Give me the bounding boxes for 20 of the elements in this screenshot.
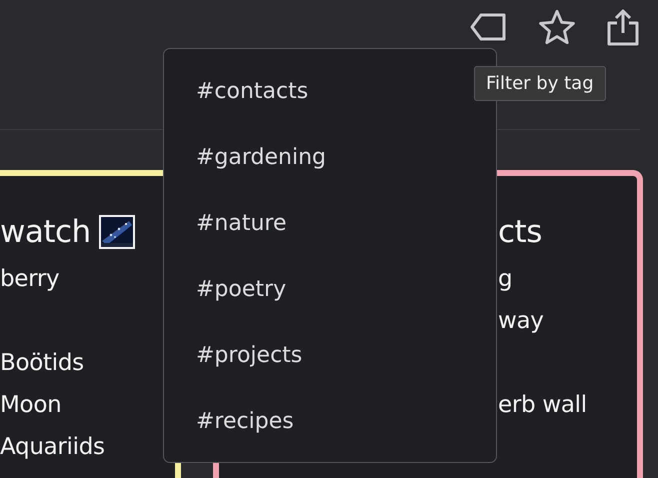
tag-menu-item[interactable]: #recipes bbox=[196, 389, 294, 455]
note-line: g bbox=[498, 265, 514, 294]
tag-menu-item[interactable]: #nature bbox=[196, 191, 287, 257]
tag-menu-item[interactable]: #poetry bbox=[196, 257, 286, 323]
star-icon bbox=[538, 9, 576, 45]
note-line: Aquariids bbox=[0, 433, 106, 462]
note-line: Boötids bbox=[0, 349, 85, 378]
tag-icon bbox=[470, 13, 508, 41]
tag-menu-item[interactable]: #projects bbox=[196, 323, 302, 389]
note-title: cts bbox=[498, 213, 542, 252]
note-line: erb wall bbox=[498, 391, 588, 420]
tooltip: Filter by tag bbox=[474, 66, 606, 101]
tag-menu-item[interactable]: #contacts bbox=[196, 59, 308, 125]
note-line: berry bbox=[0, 265, 60, 294]
share-icon bbox=[606, 8, 640, 46]
note-line: Moon bbox=[0, 391, 62, 420]
tag-menu-item[interactable]: #gardening bbox=[196, 125, 326, 191]
note-title: watch bbox=[0, 213, 91, 252]
note-line: way bbox=[498, 307, 545, 336]
note-card[interactable]: watch berry Boötids Moon Aquariids bbox=[0, 170, 181, 478]
